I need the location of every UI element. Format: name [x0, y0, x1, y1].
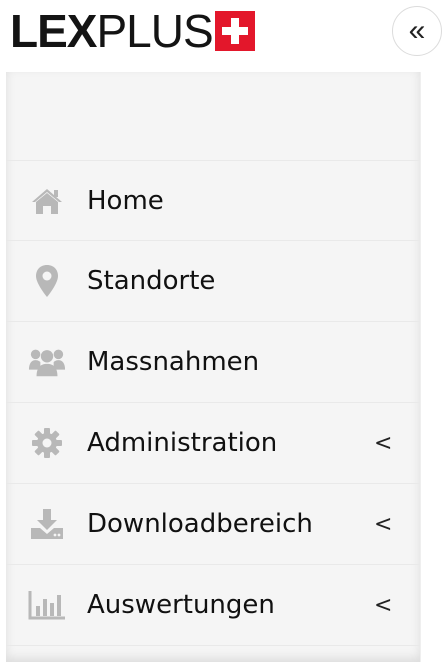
- sidebar-item-downloadbereich[interactable]: Downloadbereich <: [6, 484, 420, 565]
- sidebar-item-home[interactable]: Home: [6, 161, 420, 241]
- chevron-left-icon: <: [374, 511, 393, 537]
- sidebar-item-massnahmen[interactable]: Massnahmen: [6, 322, 420, 403]
- double-chevron-left-icon: «: [408, 14, 426, 47]
- sidebar: Home Standorte Massnahmen Administration…: [6, 72, 420, 662]
- sidebar-item-label: Downloadbereich: [87, 509, 313, 539]
- sidebar-item-label: Home: [87, 185, 164, 216]
- map-marker-icon: [28, 263, 66, 299]
- app-header: LEX PLUS «: [0, 0, 446, 72]
- sidebar-top-area: [6, 72, 420, 161]
- sidebar-item-auswertungen[interactable]: Auswertungen <: [6, 565, 420, 646]
- logo-text-light: PLUS: [96, 5, 213, 57]
- logo-text-bold: LEX: [10, 5, 97, 57]
- sidebar-item-label: Massnahmen: [87, 347, 260, 377]
- home-icon: [28, 183, 66, 219]
- chevron-left-icon: <: [374, 592, 393, 618]
- collapse-sidebar-button[interactable]: «: [392, 6, 442, 56]
- swiss-cross-icon: [214, 11, 255, 51]
- content-area-edge: [420, 72, 446, 662]
- download-icon: [28, 506, 66, 542]
- bar-chart-icon: [28, 587, 66, 623]
- chevron-left-icon: <: [374, 430, 393, 456]
- lexplus-logo[interactable]: LEX PLUS: [10, 8, 255, 54]
- sidebar-menu: Home Standorte Massnahmen Administration…: [6, 161, 420, 646]
- gear-icon: [28, 425, 66, 461]
- sidebar-item-standorte[interactable]: Standorte: [6, 241, 420, 322]
- users-icon: [28, 344, 66, 380]
- sidebar-item-label: Administration: [87, 428, 278, 458]
- sidebar-item-label: Auswertungen: [87, 590, 275, 620]
- sidebar-item-administration[interactable]: Administration <: [6, 403, 420, 484]
- sidebar-item-label: Standorte: [87, 266, 216, 296]
